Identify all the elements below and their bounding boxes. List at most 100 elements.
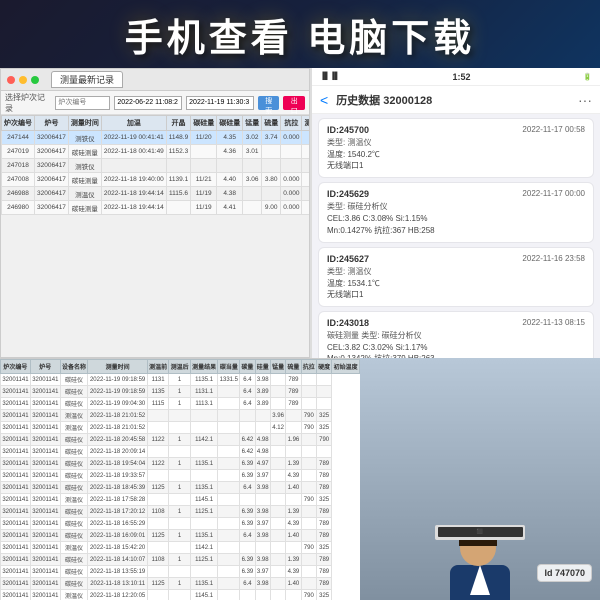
sp-cell xyxy=(316,446,331,458)
desktop-tab[interactable]: 测量最新记录 xyxy=(51,71,123,88)
mobile-record[interactable]: ID:243018 2022-11-13 08:15 碳硅测量 类型: 碳硅分析… xyxy=(318,311,594,358)
sp-cell xyxy=(301,578,316,590)
sp-cell xyxy=(218,590,240,600)
sp-cell: 3.98 xyxy=(255,374,270,386)
record-date: 2022-11-17 00:00 xyxy=(522,189,585,199)
sp-cell xyxy=(169,494,190,506)
record-id: ID:245700 xyxy=(327,125,369,135)
search-button[interactable]: 搜索 xyxy=(258,96,280,110)
more-options-button[interactable]: ··· xyxy=(578,92,592,108)
sp-cell xyxy=(169,518,190,530)
sp-cell: 3.97 xyxy=(255,470,270,482)
sp-cell: 789 xyxy=(316,518,331,530)
mobile-record[interactable]: ID:245700 2022-11-17 00:58 类型: 测温仪 温度: 1… xyxy=(318,118,594,178)
sp-cell xyxy=(270,578,285,590)
sp-cell: 3.89 xyxy=(255,386,270,398)
mobile-record[interactable]: ID:245627 2022-11-16 23:58 类型: 测温仪 温度: 1… xyxy=(318,247,594,307)
sp-cell: 789 xyxy=(316,482,331,494)
sp-cell xyxy=(169,410,190,422)
sp-cell xyxy=(301,374,316,386)
spreadsheet-row: 3200114132001141碳硅仪2022-11-19 09:18:5911… xyxy=(1,386,360,398)
sp-cell xyxy=(169,446,190,458)
sp-cell: 1 xyxy=(169,482,190,494)
table-cell: 0.000 xyxy=(281,173,302,187)
table-col-header: 炉号 xyxy=(35,116,69,131)
sp-cell: 1 xyxy=(169,554,190,566)
sp-cell xyxy=(270,554,285,566)
sp-cell xyxy=(286,590,301,600)
search-input[interactable] xyxy=(55,96,110,110)
desktop-table: 炉次编号炉号测量时间加温开晶碳硅量碳硅量锰量硫量抗拉测铁量测温量操作 24714… xyxy=(1,115,309,215)
sp-cell xyxy=(301,530,316,542)
sp-cell: 32001141 xyxy=(30,458,60,470)
spreadsheet-row: 3200114132001141碳硅仪2022-11-18 20:09:146.… xyxy=(1,446,360,458)
table-col-header: 碳硅量 xyxy=(217,116,243,131)
sp-cell xyxy=(301,458,316,470)
sp-cell xyxy=(147,470,168,482)
sp-cell xyxy=(286,410,301,422)
mobile-record[interactable]: ID:245629 2022-11-17 00:00 类型: 碳硅分析仪 CEL… xyxy=(318,182,594,242)
table-cell: 3.06 xyxy=(243,173,262,187)
table-cell: 32006417 xyxy=(35,187,69,201)
sp-cell: 32001141 xyxy=(1,398,31,410)
sp-cell xyxy=(286,494,301,506)
table-cell: 246980 xyxy=(2,201,35,215)
table-row: 24701932006417碳硅测量2022-11-18 00:41:49115… xyxy=(2,145,310,159)
record-date: 2022-11-13 08:15 xyxy=(522,318,585,328)
sp-cell xyxy=(240,590,255,600)
sp-cell: 790 xyxy=(301,494,316,506)
table-cell: 4.40 xyxy=(217,173,243,187)
sp-cell: 32001141 xyxy=(1,422,31,434)
sp-cell: 32001141 xyxy=(30,482,60,494)
sp-cell: 6.4 xyxy=(240,530,255,542)
sp-cell: 32001141 xyxy=(30,398,60,410)
table-cell xyxy=(101,159,166,173)
sp-cell xyxy=(255,410,270,422)
sp-cell: 2022-11-18 20:45:58 xyxy=(88,434,148,446)
sp-cell: 790 xyxy=(301,542,316,554)
sp-cell: 6.39 xyxy=(240,470,255,482)
sp-cell: 1135.1 xyxy=(190,374,218,386)
date2-input[interactable]: 2022-11-19 11:30:3 xyxy=(186,96,254,110)
sp-cell xyxy=(218,398,240,410)
table-cell xyxy=(191,145,217,159)
table-cell: 碳硅测量 xyxy=(68,201,101,215)
sp-cell: 3.97 xyxy=(255,566,270,578)
export-button[interactable]: 出口 xyxy=(283,96,305,110)
desktop-panel: 测量最新记录 选择炉次记录 2022-06-22 11:08:2 2022-11… xyxy=(0,68,310,358)
table-col-header: 测铁量 xyxy=(302,116,309,131)
sp-cell: 32001141 xyxy=(1,446,31,458)
sp-cell: 32001141 xyxy=(30,374,60,386)
sp-cell: 4.98 xyxy=(255,434,270,446)
date1-input[interactable]: 2022-06-22 11:08:2 xyxy=(114,96,182,110)
table-cell: 4.36 xyxy=(217,145,243,159)
back-button[interactable]: < xyxy=(320,92,328,108)
record-data: CEL:3.82 C:3.02% Si:1.17% xyxy=(327,342,585,353)
sp-col-header: 设备名称 xyxy=(60,360,88,374)
sp-cell: 32001141 xyxy=(30,554,60,566)
sp-cell: 789 xyxy=(286,374,301,386)
table-cell xyxy=(166,201,190,215)
sp-cell: 1125 xyxy=(147,578,168,590)
mobile-records-list[interactable]: ID:245700 2022-11-17 00:58 类型: 测温仪 温度: 1… xyxy=(312,114,600,358)
sp-cell: 碳硅仪 xyxy=(60,578,88,590)
sp-cell: 1.39 xyxy=(286,506,301,518)
sp-cell: 碳硅仪 xyxy=(60,458,88,470)
sp-cell: 1115 xyxy=(147,398,168,410)
sp-cell: 32001141 xyxy=(30,518,60,530)
sp-col-header: 测量结果 xyxy=(190,360,218,374)
sp-cell: 32001141 xyxy=(30,578,60,590)
table-cell: 32006417 xyxy=(35,145,69,159)
spreadsheet-row: 3200114132001141碳硅仪2022-11-18 14:10:0711… xyxy=(1,554,360,566)
sp-cell xyxy=(316,386,331,398)
table-cell: 碳硅测量 xyxy=(68,173,101,187)
sp-cell: 32001141 xyxy=(30,566,60,578)
sp-cell xyxy=(270,398,285,410)
sp-cell: 碳硅仪 xyxy=(60,518,88,530)
sp-cell: 6.42 xyxy=(240,446,255,458)
sp-cell: 4.98 xyxy=(255,446,270,458)
sp-cell xyxy=(169,542,190,554)
sp-col-header: 测量时间 xyxy=(88,360,148,374)
spreadsheet-row: 3200114132001141测温仪2022-11-18 21:01:523.… xyxy=(1,410,360,422)
table-cell: 3.80 xyxy=(262,173,281,187)
